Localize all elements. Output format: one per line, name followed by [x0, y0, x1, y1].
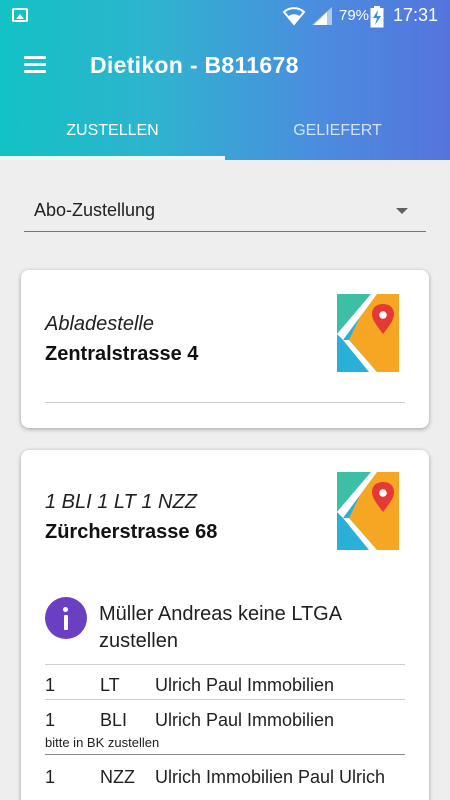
delivery-type-dropdown[interactable]: Abo-Zustellung — [24, 190, 426, 232]
item-quantity: 1 — [45, 710, 56, 730]
info-icon — [45, 597, 87, 639]
info-text: Müller Andreas keine LTGA zustellen — [99, 603, 341, 652]
delivery-card[interactable]: Abladestelle Zentralstrasse 4 — [21, 270, 429, 428]
item-recipient: Ulrich Paul Immobilien — [155, 675, 335, 695]
battery-charging-icon — [370, 6, 384, 28]
tab-zustellen[interactable]: ZUSTELLEN — [0, 112, 225, 160]
item-code: NZZ — [100, 767, 135, 787]
dropdown-arrow-icon — [396, 208, 408, 214]
active-tab-indicator — [0, 156, 225, 160]
info-note: Müller Andreas keine LTGA zustellen — [45, 594, 405, 654]
card-label: Abladestelle — [45, 313, 154, 335]
battery-percent: 79% — [339, 7, 370, 24]
wifi-icon — [282, 7, 306, 26]
item-quantity: 1 — [45, 767, 56, 787]
map-pin-icon[interactable] — [337, 294, 399, 372]
tab-geliefert[interactable]: GELIEFERT — [225, 112, 450, 160]
list-item: 1 BLI Ulrich Paul Immobilien bitte in BK… — [45, 699, 405, 754]
item-quantity: 1 — [45, 675, 56, 695]
card-divider — [45, 402, 405, 403]
page-title: Dietikon - B811678 — [90, 52, 299, 78]
item-note: bitte in BK zustellen — [45, 735, 160, 750]
list-item: 1 NZZ Ulrich Immobilien Paul Ulrich — [45, 754, 405, 788]
item-recipient: Ulrich Paul Immobilien — [155, 710, 335, 730]
delivery-card[interactable]: 1 BLI 1 LT 1 NZZ Zürcherstrasse 68 Mülle… — [21, 450, 429, 800]
card-label: 1 BLI 1 LT 1 NZZ — [45, 491, 197, 513]
card-address: Zentralstrasse 4 — [45, 343, 199, 365]
status-bar: 79% 17:31 — [0, 0, 450, 32]
item-code: LT — [100, 675, 120, 695]
gallery-notification-icon — [12, 8, 28, 22]
map-pin-icon[interactable] — [337, 472, 399, 550]
list-item: 1 LT Ulrich Paul Immobilien — [45, 664, 405, 699]
hamburger-menu-icon[interactable] — [22, 54, 48, 76]
card-address: Zürcherstrasse 68 — [45, 521, 218, 543]
dropdown-selected-value: Abo-Zustellung — [34, 200, 156, 220]
item-list: 1 LT Ulrich Paul Immobilien 1 BLI Ulrich… — [45, 664, 405, 788]
item-code: BLI — [100, 710, 128, 730]
item-recipient: Ulrich Immobilien Paul Ulrich — [155, 767, 386, 787]
cell-signal-icon — [312, 7, 332, 25]
app-header: 79% 17:31 Dietikon - B811678 ZUSTELLEN G… — [0, 0, 450, 160]
clock: 17:31 — [393, 5, 439, 25]
